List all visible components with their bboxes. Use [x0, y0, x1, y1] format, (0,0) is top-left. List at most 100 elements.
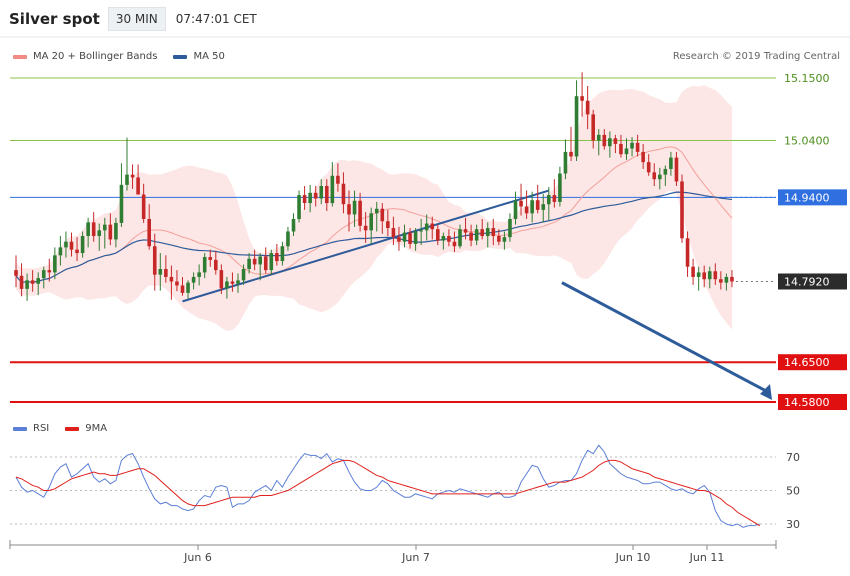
- candle-body: [130, 174, 135, 178]
- candle-body: [91, 222, 96, 237]
- chart-widget: Silver spot 30 MIN 07:47:01 CET MA 20 + …: [0, 0, 850, 576]
- candle-body: [458, 229, 462, 247]
- candle-body: [569, 151, 573, 157]
- candle-body: [408, 232, 412, 244]
- bollinger-band-area: [16, 85, 732, 331]
- candle-body: [363, 225, 368, 231]
- candle-body: [202, 257, 207, 273]
- candle-body: [180, 285, 185, 293]
- candle-body: [330, 175, 335, 204]
- candle-body: [336, 175, 340, 184]
- candle-body: [219, 270, 224, 289]
- candle-body: [313, 192, 318, 199]
- candle-body: [263, 256, 268, 271]
- candle-body: [286, 231, 290, 247]
- candle-body: [469, 232, 473, 241]
- candle-body: [380, 208, 385, 222]
- candle-body: [19, 275, 24, 289]
- candle-body: [247, 258, 251, 269]
- candle-body: [508, 218, 512, 238]
- candle-body: [64, 241, 68, 248]
- candle-body: [197, 272, 201, 277]
- candle-body: [325, 186, 329, 204]
- candle-body: [552, 195, 557, 202]
- candle-body: [452, 241, 457, 247]
- candle-body: [114, 222, 118, 240]
- candle-body: [524, 206, 529, 214]
- price-chart-svg: 15.1500 15.0400 14.9400 14.7920 14.6500 14.58…: [0, 36, 850, 564]
- candle-body: [480, 229, 484, 237]
- candle-body: [258, 256, 262, 265]
- candle-body: [613, 138, 618, 144]
- candle-body: [680, 181, 684, 239]
- candle-body: [596, 134, 601, 141]
- candle-body: [497, 236, 501, 242]
- candle-body: [230, 281, 235, 284]
- x-tick-label: Jun 6: [183, 551, 212, 564]
- candle-body: [308, 192, 312, 204]
- candle-body: [175, 281, 179, 286]
- candle-body: [358, 200, 362, 226]
- candle-body: [119, 184, 124, 223]
- candle-body: [635, 142, 640, 152]
- candle-body: [580, 96, 584, 101]
- candle-body: [302, 195, 307, 204]
- candle-body: [69, 241, 74, 250]
- candle-body: [169, 276, 174, 282]
- candle-body: [702, 272, 706, 280]
- candle-body: [419, 230, 423, 232]
- candle-body: [25, 280, 29, 289]
- candle-body: [252, 258, 257, 265]
- candle-body: [341, 183, 346, 205]
- candle-body: [558, 173, 562, 202]
- candle-body: [585, 100, 590, 115]
- candle-body: [547, 195, 551, 205]
- candle-body: [441, 236, 446, 241]
- candle-body: [103, 224, 107, 231]
- candle-body: [646, 162, 651, 173]
- candle-body: [713, 271, 718, 280]
- price-label-14-7920: 14.7920: [784, 275, 830, 288]
- candle-body: [619, 143, 623, 155]
- candle-body: [136, 177, 140, 195]
- candle-body: [730, 276, 734, 282]
- candle-body: [474, 229, 479, 241]
- candle-body: [369, 213, 373, 231]
- candle-body: [14, 270, 18, 276]
- price-label-14-9400: 14.9400: [784, 191, 830, 204]
- rsi-series-9ma: [15, 459, 760, 527]
- candle-body: [674, 157, 679, 182]
- candle-body: [691, 266, 695, 277]
- candle-body: [186, 282, 190, 293]
- candle-body: [413, 231, 418, 244]
- candle-body: [630, 142, 634, 149]
- rsi-tick-70: 70: [786, 451, 800, 464]
- candle-body: [269, 253, 274, 271]
- candle-body: [658, 174, 662, 180]
- price-label-14-5800: 14.5800: [784, 396, 830, 409]
- candle-body: [669, 157, 673, 169]
- price-label-15-0400: 15.0400: [784, 135, 830, 148]
- candle-body: [530, 200, 534, 214]
- candle-body: [53, 255, 57, 273]
- candle-body: [352, 200, 357, 215]
- forecast-arrow-shaft: [561, 281, 769, 394]
- candle-body: [86, 222, 90, 237]
- candle-body: [275, 253, 279, 262]
- candle-body: [280, 246, 285, 262]
- price-label-14-6500: 14.6500: [784, 356, 830, 369]
- candle-body: [158, 268, 163, 275]
- forecast-arrow-head: [760, 384, 772, 400]
- candle-body: [641, 151, 645, 163]
- candle-body: [97, 230, 102, 237]
- candle-body: [152, 246, 157, 275]
- candle-body: [75, 249, 79, 254]
- candle-body: [696, 272, 701, 277]
- candle-body: [608, 138, 612, 147]
- candle-body: [463, 229, 468, 233]
- candle-body: [397, 237, 401, 242]
- candle-body: [41, 270, 46, 279]
- candle-body: [563, 151, 568, 174]
- candle-body: [291, 218, 296, 232]
- rsi-tick-50: 50: [786, 485, 800, 498]
